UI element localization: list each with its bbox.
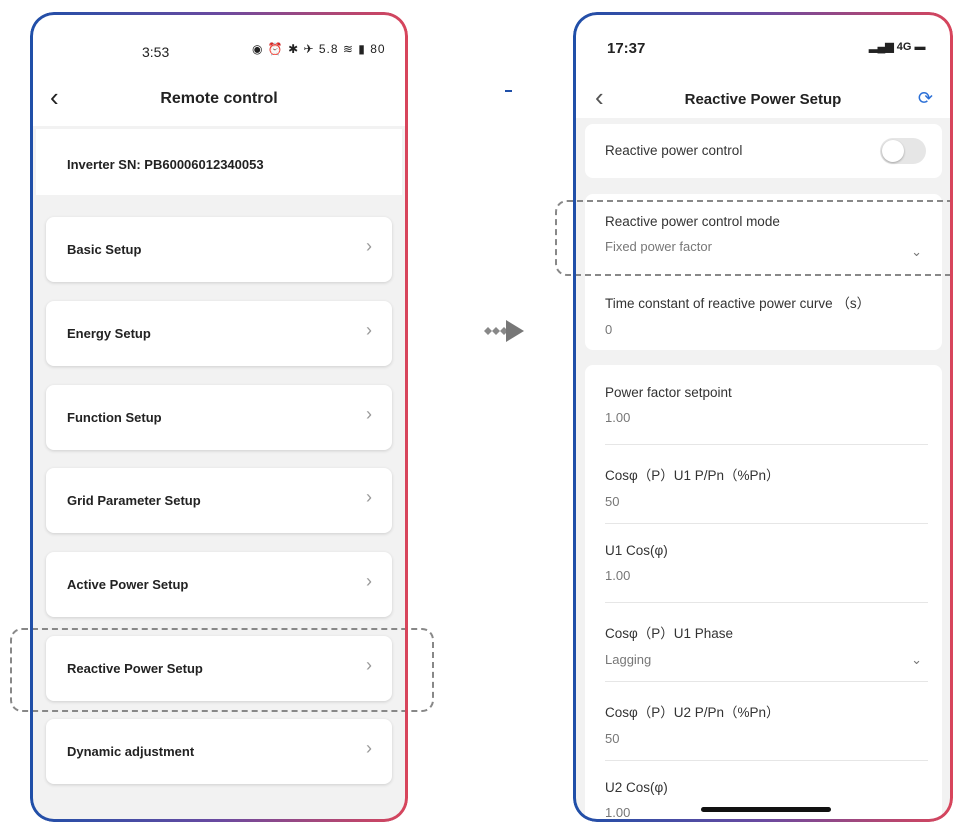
status-time: 3:53: [142, 44, 170, 60]
decorative-dash: [505, 90, 512, 92]
network-type: 4G: [896, 41, 912, 53]
reactive-control-card: Reactive power control: [585, 124, 942, 178]
menu-item-energy-setup[interactable]: Energy Setup ›: [46, 301, 392, 366]
time-constant-label: Time constant of reactive power curve （s…: [605, 296, 871, 311]
status-bar: 17:37 ▂▄▆ 4G ▬: [573, 12, 953, 74]
menu-item-label: Grid Parameter Setup: [67, 493, 201, 508]
chevron-right-icon: ›: [366, 320, 372, 340]
param-power-factor-setpoint[interactable]: Power factor setpoint 1.00: [605, 385, 928, 425]
toggle-knob: [882, 140, 904, 162]
menu-item-label: Basic Setup: [67, 242, 142, 257]
divider: [605, 681, 928, 682]
menu-item-label: Reactive Power Setup: [67, 661, 203, 676]
divider: [605, 523, 928, 524]
chevron-right-icon: ›: [366, 404, 372, 424]
status-time: 17:37: [607, 40, 646, 57]
divider: [605, 444, 928, 445]
transition-arrow-icon: [484, 320, 524, 342]
param-label: Power factor setpoint: [605, 385, 732, 400]
menu-item-label: Energy Setup: [67, 326, 151, 341]
param-label: Cosφ（P）U1 P/Pn（%Pn）: [605, 468, 780, 483]
param-u1-phase[interactable]: Cosφ（P）U1 Phase Lagging ⌄: [605, 622, 928, 667]
menu-item-basic-setup[interactable]: Basic Setup ›: [46, 217, 392, 282]
chevron-right-icon: ›: [366, 738, 372, 758]
signal-icon: ▂▄▆: [869, 41, 894, 53]
chevron-right-icon: ›: [366, 655, 372, 675]
menu-item-active-power-setup[interactable]: Active Power Setup ›: [46, 552, 392, 617]
param-value: Lagging: [605, 652, 652, 667]
menu-item-label: Function Setup: [67, 410, 162, 425]
battery-icon: ▬: [914, 41, 926, 53]
page-title: Remote control: [160, 90, 278, 107]
param-label: U2 Cos(φ): [605, 780, 668, 795]
param-value: 1.00: [605, 568, 631, 583]
menu-item-reactive-power-setup[interactable]: Reactive Power Setup ›: [46, 636, 392, 701]
chevron-down-icon[interactable]: ⌄: [911, 652, 922, 668]
status-icons: ◉ ⏰ ✱ ✈ 5.8 ≋ ▮ 80: [252, 42, 386, 56]
control-mode-label: Reactive power control mode: [605, 214, 780, 229]
reactive-control-toggle[interactable]: [880, 138, 926, 164]
param-u2-p-pn[interactable]: Cosφ（P）U2 P/Pn（%Pn） 50: [605, 701, 928, 746]
remote-control-phone: 3:53 ◉ ⏰ ✱ ✈ 5.8 ≋ ▮ 80 ‹ Remote control…: [30, 12, 408, 822]
time-constant-row[interactable]: Time constant of reactive power curve （s…: [605, 292, 928, 337]
param-u1-p-pn[interactable]: Cosφ（P）U1 P/Pn（%Pn） 50: [605, 464, 928, 509]
chevron-right-icon: ›: [366, 236, 372, 256]
chevron-right-icon: ›: [366, 487, 372, 507]
menu-item-function-setup[interactable]: Function Setup ›: [46, 385, 392, 450]
param-value: 50: [605, 731, 620, 746]
divider: [605, 602, 928, 603]
param-label: Cosφ（P）U2 P/Pn（%Pn）: [605, 705, 780, 720]
control-mode-value: Fixed power factor: [605, 239, 712, 254]
menu-item-label: Dynamic adjustment: [67, 744, 195, 759]
reactive-power-setup-phone: 17:37 ▂▄▆ 4G ▬ ‹ Reactive Power Setup ⟳ …: [573, 12, 953, 822]
menu-item-dynamic-adjustment[interactable]: Dynamic adjustment ›: [46, 719, 392, 784]
menu-item-grid-parameter-setup[interactable]: Grid Parameter Setup ›: [46, 468, 392, 533]
inverter-serial-panel: Inverter SN: PB60006012340053: [36, 129, 402, 195]
param-u2-cos-phi[interactable]: U2 Cos(φ) 1.00: [605, 780, 928, 820]
header: ‹ Remote control: [30, 74, 408, 126]
time-constant-value: 0: [605, 322, 613, 337]
control-mode-row[interactable]: Reactive power control mode Fixed power …: [605, 214, 928, 259]
mode-card: Reactive power control mode Fixed power …: [585, 194, 942, 350]
chevron-right-icon: ›: [366, 571, 372, 591]
status-icons: ▂▄▆ 4G ▬: [869, 40, 926, 53]
header: ‹ Reactive Power Setup ⟳: [573, 74, 953, 118]
divider: [605, 760, 928, 761]
status-bar: 3:53 ◉ ⏰ ✱ ✈ 5.8 ≋ ▮ 80: [30, 12, 408, 74]
param-value: 1.00: [605, 410, 631, 425]
chevron-down-icon[interactable]: ⌄: [911, 244, 922, 260]
menu-item-label: Active Power Setup: [67, 577, 189, 592]
param-u1-cos-phi[interactable]: U1 Cos(φ) 1.00: [605, 543, 928, 583]
param-label: U1 Cos(φ): [605, 543, 668, 558]
home-indicator: [701, 807, 831, 812]
param-label: Cosφ（P）U1 Phase: [605, 626, 734, 641]
refresh-icon[interactable]: ⟳: [918, 88, 933, 109]
page-title: Reactive Power Setup: [684, 91, 842, 108]
param-value: 50: [605, 494, 620, 509]
inverter-serial: Inverter SN: PB60006012340053: [67, 157, 264, 172]
parameters-card: Power factor setpoint 1.00 Cosφ（P）U1 P/P…: [585, 365, 942, 822]
